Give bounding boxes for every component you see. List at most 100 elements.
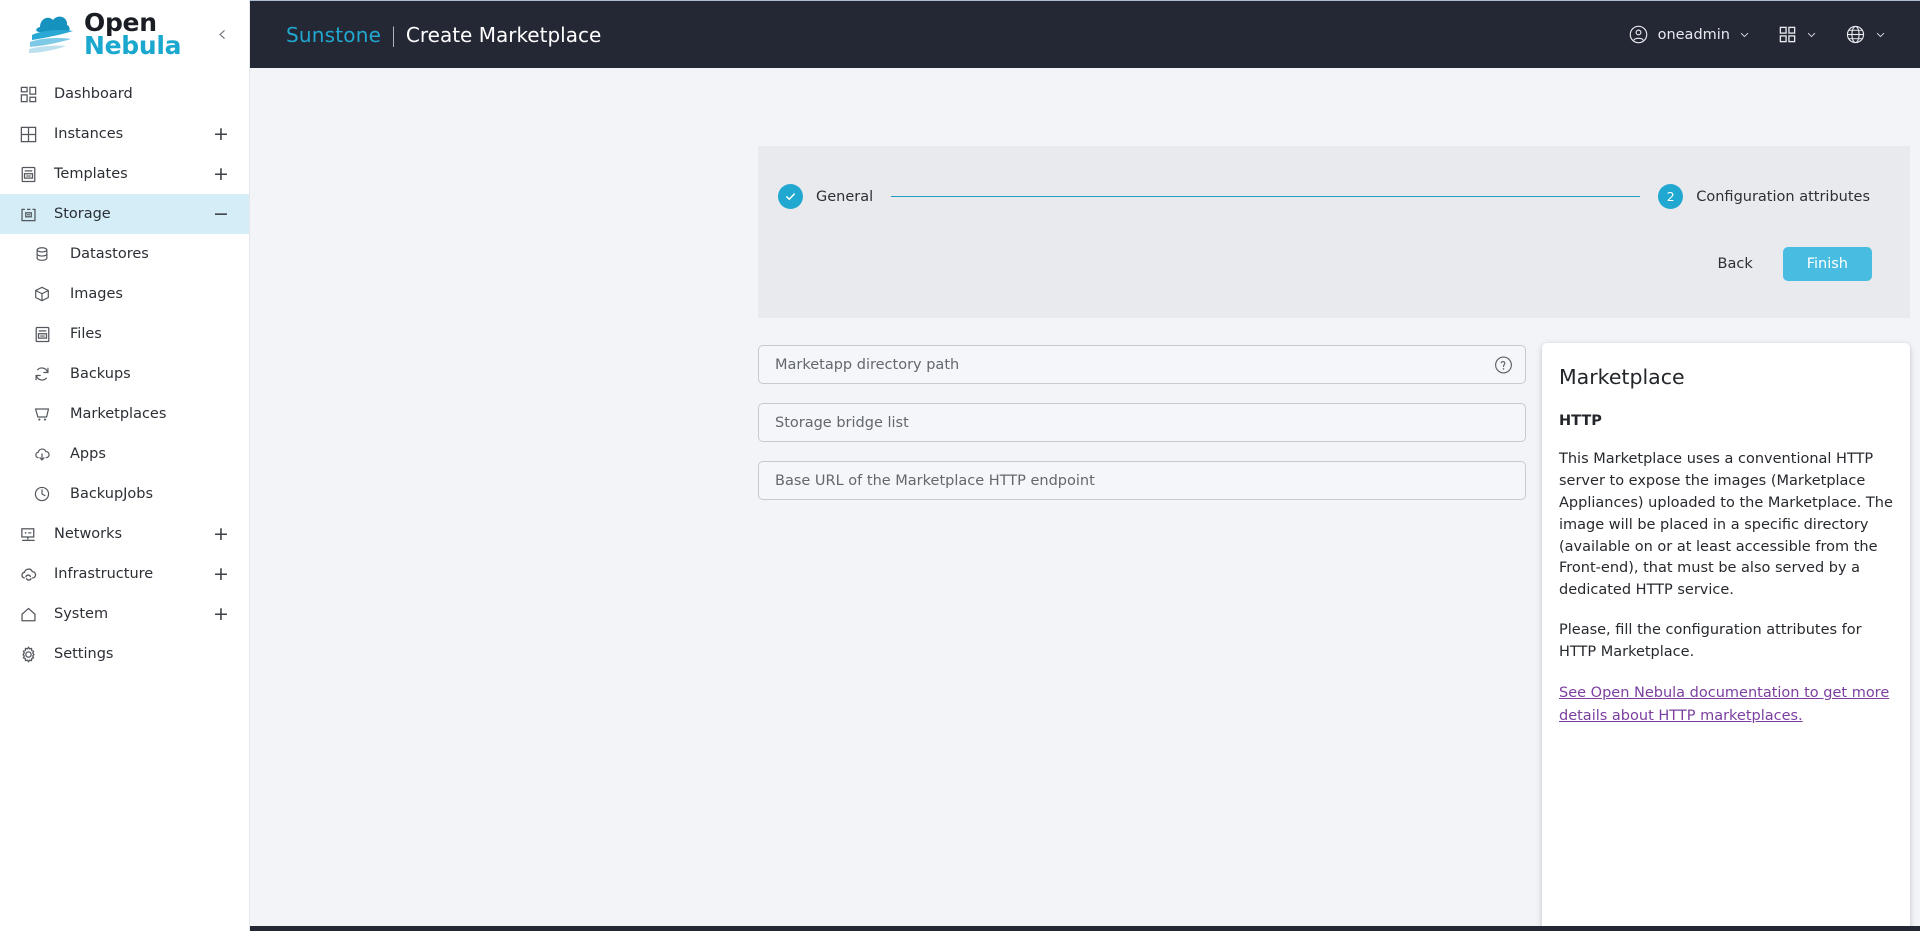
chevron-down-icon	[1740, 32, 1749, 38]
sidebar-item-label: Files	[70, 326, 102, 342]
sidebar-item-label: Datastores	[70, 246, 149, 262]
sidebar-item-datastores[interactable]: Datastores	[0, 234, 249, 274]
language-menu[interactable]	[1845, 24, 1886, 45]
sidebar-item-files[interactable]: Files	[0, 314, 249, 354]
check-icon	[786, 193, 795, 200]
sidebar-item-backupjobs[interactable]: BackupJobs	[0, 474, 249, 514]
base-url-input[interactable]	[758, 461, 1526, 500]
apps-menu[interactable]	[1778, 25, 1817, 44]
grid-square-icon	[14, 122, 42, 146]
clock-icon	[28, 482, 56, 506]
sidebar-item-label: System	[54, 606, 109, 622]
sidebar-item-label: Dashboard	[54, 86, 133, 102]
sidebar-item-label: Instances	[54, 126, 124, 142]
step-1-bullet	[778, 184, 803, 209]
field-storage-bridge-list	[758, 403, 1526, 442]
sidebar-item-templates[interactable]: Templates +	[0, 154, 249, 194]
opennebula-logo[interactable]: Open Nebula	[26, 10, 182, 60]
sidebar-item-label: Backups	[70, 366, 131, 382]
finish-button[interactable]: Finish	[1782, 247, 1872, 281]
info-panel-subtitle: HTTP	[1559, 413, 1602, 429]
wizard-actions: Back Finish	[758, 209, 1910, 281]
wizard-stepper-card: General 2 Configuration attributes Back …	[758, 146, 1910, 318]
sidebar-item-label: Templates	[54, 166, 128, 182]
back-button[interactable]: Back	[1708, 249, 1763, 279]
marketapp-directory-path-input[interactable]	[758, 345, 1526, 384]
monitor-icon	[14, 522, 42, 546]
sidebar-item-label: Networks	[54, 526, 123, 542]
sidebar-item-settings[interactable]: Settings	[0, 634, 249, 674]
cloud-sync-icon	[14, 562, 42, 586]
sidebar: Open Nebula Dashboard Instances + Templates…	[0, 0, 250, 931]
sidebar-item-add-button[interactable]: +	[213, 604, 229, 624]
sidebar-item-label: Images	[70, 286, 123, 302]
drawer-icon	[14, 162, 42, 186]
storage-box-icon	[14, 202, 42, 226]
drawer-icon	[28, 322, 56, 346]
field-marketapp-directory-path	[758, 345, 1526, 384]
sidebar-item-label: Marketplaces	[70, 406, 167, 422]
sidebar-item-add-button[interactable]: +	[213, 524, 229, 544]
marketplace-info-panel: Marketplace HTTP This Marketplace uses a…	[1542, 343, 1910, 931]
shopping-cart-icon	[28, 402, 56, 426]
step-connector	[891, 195, 1641, 198]
sidebar-item-collapse-button[interactable]: −	[213, 204, 229, 224]
logo-nebula-text: Nebula	[84, 31, 182, 60]
documentation-link[interactable]: See Open Nebula documentation to get mor…	[1559, 685, 1889, 724]
chevron-down-icon	[1876, 32, 1885, 38]
cloud-download-icon	[28, 442, 56, 466]
sidebar-item-instances[interactable]: Instances +	[0, 114, 249, 154]
sidebar-item-label: Settings	[54, 646, 114, 662]
package-icon	[28, 282, 56, 306]
step-1-label: General	[816, 188, 874, 205]
info-panel-paragraph-1: This Marketplace uses a conventional HTT…	[1559, 451, 1893, 599]
sidebar-item-label: BackupJobs	[70, 486, 154, 502]
chevron-left-icon	[218, 29, 225, 39]
sidebar-item-backups[interactable]: Backups	[0, 354, 249, 394]
sidebar-item-dashboard[interactable]: Dashboard	[0, 74, 249, 114]
sidebar-item-storage[interactable]: Storage −	[0, 194, 249, 234]
user-menu[interactable]: oneadmin	[1628, 24, 1750, 45]
sidebar-item-system[interactable]: System +	[0, 594, 249, 634]
info-panel-paragraph-2: Please, fill the configuration attribute…	[1559, 622, 1862, 661]
user-circle-icon	[1629, 25, 1647, 44]
configuration-form	[758, 345, 1526, 519]
content-area: General 2 Configuration attributes Back …	[250, 68, 1920, 931]
page-title: Create Marketplace	[405, 22, 602, 47]
sidebar-item-marketplaces[interactable]: Marketplaces	[0, 394, 249, 434]
sidebar-nav: Dashboard Instances + Templates + Storage − Dat…	[0, 68, 249, 931]
footer-bar	[250, 926, 1920, 931]
step-2-label: Configuration attributes	[1696, 188, 1870, 205]
top-header-bar: Sunstone | Create Marketplace oneadmin	[250, 0, 1920, 68]
sidebar-item-infrastructure[interactable]: Infrastructure +	[0, 554, 249, 594]
dashboard-icon	[14, 82, 42, 106]
app-name-label[interactable]: Sunstone	[286, 23, 381, 47]
main-area: Sunstone | Create Marketplace oneadmin G…	[250, 0, 1920, 931]
grid-apps-icon	[1779, 26, 1796, 43]
title-separator: |	[390, 22, 397, 47]
storage-bridge-list-input[interactable]	[758, 403, 1526, 442]
sidebar-item-images[interactable]: Images	[0, 274, 249, 314]
home-icon	[14, 602, 42, 626]
sidebar-item-label: Infrastructure	[54, 566, 154, 582]
globe-icon	[1846, 25, 1865, 44]
sidebar-item-label: Apps	[70, 446, 106, 462]
wizard-step-general[interactable]: General	[778, 184, 873, 209]
app-root: Open Nebula Dashboard Instances + Templates…	[0, 0, 1920, 931]
wizard-steps: General 2 Configuration attributes	[758, 146, 1910, 209]
step-2-bullet: 2	[1658, 184, 1684, 209]
opennebula-cloud-icon	[29, 16, 73, 53]
help-circle-icon[interactable]	[1494, 355, 1513, 374]
gear-icon	[14, 642, 42, 666]
sidebar-item-networks[interactable]: Networks +	[0, 514, 249, 554]
sidebar-item-add-button[interactable]: +	[213, 564, 229, 584]
user-name-label: oneadmin	[1657, 26, 1730, 43]
sidebar-collapse-button[interactable]	[209, 21, 235, 47]
header-widgets: oneadmin	[1628, 24, 1886, 45]
sidebar-item-add-button[interactable]: +	[213, 124, 229, 144]
sidebar-item-apps[interactable]: Apps	[0, 434, 249, 474]
wizard-step-configuration-attributes[interactable]: 2 Configuration attributes	[1658, 184, 1870, 209]
sidebar-item-add-button[interactable]: +	[213, 164, 229, 184]
header-title-group: Sunstone | Create Marketplace	[286, 23, 601, 47]
field-base-url	[758, 461, 1526, 500]
